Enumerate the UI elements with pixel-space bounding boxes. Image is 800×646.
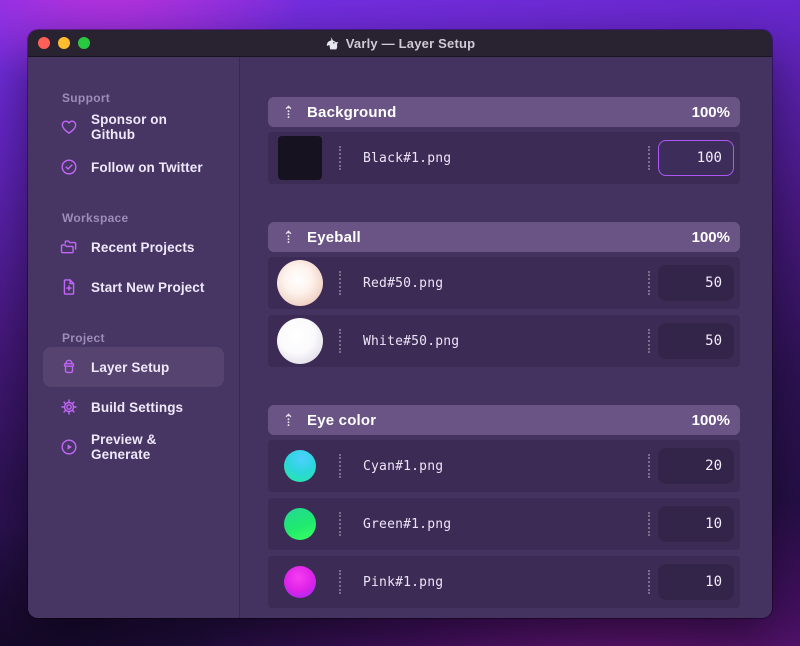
- layer-thumbnail: [277, 260, 323, 306]
- layer-list: Background 100% Black#1.png Eyeball 100%: [240, 57, 772, 618]
- layer-filename: Pink#1.png: [363, 574, 444, 590]
- divider: [648, 570, 650, 594]
- heart-icon: [59, 117, 79, 137]
- layer-thumbnail: [277, 135, 323, 181]
- divider: [648, 329, 650, 353]
- sidebar-item-follow-on-twitter[interactable]: Follow on Twitter: [43, 147, 224, 187]
- gear-icon: [59, 397, 79, 417]
- layer-group-header: Background 100%: [268, 97, 740, 127]
- layer-group-header: Eyeball 100%: [268, 222, 740, 252]
- layer-row: Pink#1.png: [268, 556, 740, 608]
- layer-group: Eye color 100% Cyan#1.png Green#1.png Pi…: [268, 405, 740, 608]
- layer-filename: White#50.png: [363, 333, 460, 349]
- divider: [648, 454, 650, 478]
- minimize-button[interactable]: [58, 37, 70, 49]
- app-window: Varly — Layer Setup Support Sponsor on G…: [28, 30, 772, 618]
- layer-thumbnail: [277, 318, 323, 364]
- layer-weight-input[interactable]: [658, 323, 734, 359]
- window-title: Varly — Layer Setup: [345, 35, 476, 51]
- layer-weight-input[interactable]: [658, 448, 734, 484]
- layer-row: Black#1.png: [268, 132, 740, 184]
- sidebar-item-sponsor-on-github[interactable]: Sponsor on Github: [43, 107, 224, 147]
- divider: [648, 146, 650, 170]
- sidebar-item-recent-projects[interactable]: Recent Projects: [43, 227, 224, 267]
- sidebar-section-label: Workspace: [62, 211, 129, 225]
- layer-group-weight: 100%: [691, 228, 730, 246]
- file-plus-icon: [59, 277, 79, 297]
- sidebar-item-start-new-project[interactable]: Start New Project: [43, 267, 224, 307]
- traffic-lights: [28, 37, 90, 49]
- divider: [339, 570, 341, 594]
- sidebar-section: Support Sponsor on Github Follow on Twit…: [28, 91, 239, 187]
- layer-group-name: Eye color: [307, 411, 377, 429]
- layer-group-header: Eye color 100%: [268, 405, 740, 435]
- layer-filename: Green#1.png: [363, 516, 452, 532]
- layer-group: Eyeball 100% Red#50.png White#50.png: [268, 222, 740, 367]
- layer-filename: Black#1.png: [363, 150, 452, 166]
- sidebar-section-label: Project: [62, 331, 105, 345]
- window-titlebar[interactable]: Varly — Layer Setup: [28, 30, 772, 57]
- close-button[interactable]: [38, 37, 50, 49]
- folder-icon: [59, 237, 79, 257]
- layer-group-weight: 100%: [691, 103, 730, 121]
- badge-check-icon: [59, 157, 79, 177]
- layer-thumbnail: [277, 443, 323, 489]
- divider: [339, 512, 341, 536]
- unicorn-icon: [326, 36, 338, 49]
- play-circle-icon: [59, 437, 79, 457]
- sidebar: Support Sponsor on Github Follow on Twit…: [28, 57, 240, 618]
- layer-group-name: Background: [307, 103, 397, 121]
- layer-filename: Cyan#1.png: [363, 458, 444, 474]
- layer-weight-input[interactable]: [658, 140, 734, 176]
- layer-group-name: Eyeball: [307, 228, 361, 246]
- divider: [648, 271, 650, 295]
- layer-thumbnail: [277, 559, 323, 605]
- window-title-area: Varly — Layer Setup: [28, 30, 772, 56]
- zoom-button[interactable]: [78, 37, 90, 49]
- sidebar-item-build-settings[interactable]: Build Settings: [43, 387, 224, 427]
- archive-icon: [59, 357, 79, 377]
- divider: [339, 146, 341, 170]
- layer-group: Background 100% Black#1.png: [268, 97, 740, 184]
- layer-row: Cyan#1.png: [268, 440, 740, 492]
- sidebar-section: Workspace Recent Projects Start New Proj…: [28, 211, 239, 307]
- drag-handle-icon[interactable]: [283, 229, 294, 246]
- layer-row: Red#50.png: [268, 257, 740, 309]
- layer-weight-input[interactable]: [658, 265, 734, 301]
- layer-group-weight: 100%: [691, 411, 730, 429]
- drag-handle-icon[interactable]: [283, 104, 294, 121]
- layer-weight-input[interactable]: [658, 564, 734, 600]
- divider: [648, 512, 650, 536]
- sidebar-item-layer-setup[interactable]: Layer Setup: [43, 347, 224, 387]
- window-content: Support Sponsor on Github Follow on Twit…: [28, 57, 772, 618]
- sidebar-item-preview-generate[interactable]: Preview & Generate: [43, 427, 224, 467]
- layer-filename: Red#50.png: [363, 275, 444, 291]
- sidebar-section-label: Support: [62, 91, 111, 105]
- layer-weight-input[interactable]: [658, 506, 734, 542]
- divider: [339, 329, 341, 353]
- layer-thumbnail: [277, 501, 323, 547]
- sidebar-section: Project Layer Setup Build Settings Previ…: [28, 331, 239, 467]
- divider: [339, 454, 341, 478]
- layer-row: Green#1.png: [268, 498, 740, 550]
- divider: [339, 271, 341, 295]
- layer-row: White#50.png: [268, 315, 740, 367]
- desktop-wallpaper: Varly — Layer Setup Support Sponsor on G…: [0, 0, 800, 646]
- drag-handle-icon[interactable]: [283, 412, 294, 429]
